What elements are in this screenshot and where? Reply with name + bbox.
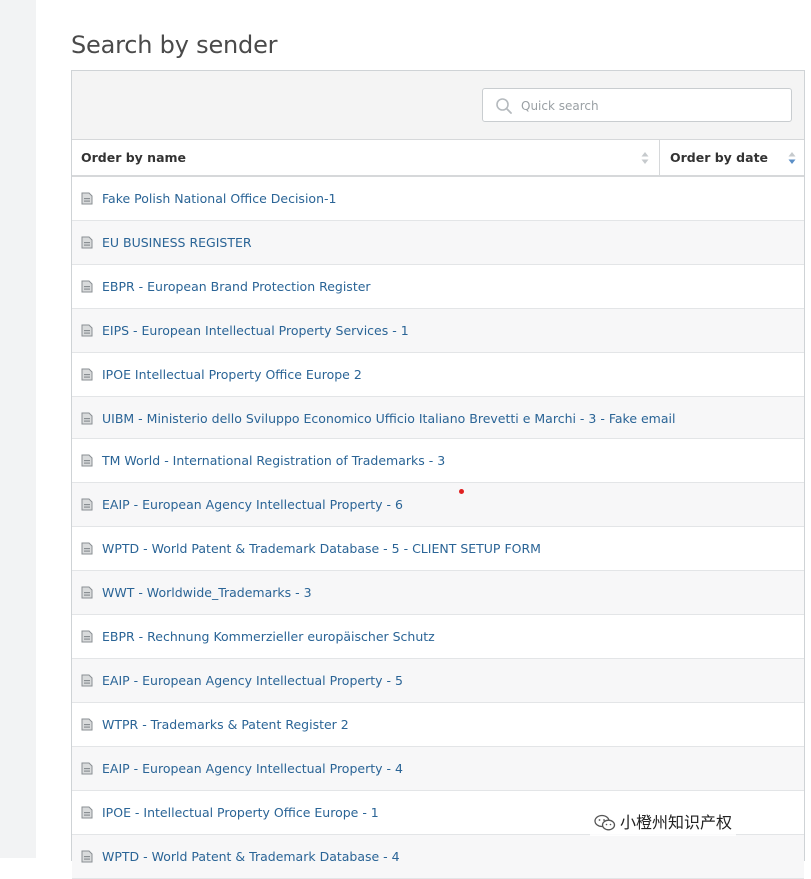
sender-link[interactable]: IPOE Intellectual Property Office Europe… bbox=[102, 367, 362, 382]
document-icon bbox=[81, 454, 93, 467]
page-title: Search by sender bbox=[71, 31, 278, 60]
red-dot-marker bbox=[459, 489, 464, 494]
document-icon bbox=[81, 630, 93, 643]
sender-link[interactable]: EIPS - European Intellectual Property Se… bbox=[102, 323, 409, 338]
sender-link[interactable]: IPOE - Intellectual Property Office Euro… bbox=[102, 805, 379, 820]
panel-toolbar bbox=[72, 71, 804, 140]
list-item[interactable]: EAIP - European Agency Intellectual Prop… bbox=[72, 483, 804, 527]
order-by-name-header[interactable]: Order by name bbox=[72, 140, 660, 175]
document-icon bbox=[81, 674, 93, 687]
list-item[interactable]: Fake Polish National Office Decision-1 bbox=[72, 177, 804, 221]
document-icon bbox=[81, 368, 93, 381]
document-icon bbox=[81, 586, 93, 599]
sender-link[interactable]: EAIP - European Agency Intellectual Prop… bbox=[102, 497, 403, 512]
sender-link[interactable]: EBPR - Rechnung Kommerzieller europäisch… bbox=[102, 629, 435, 644]
sort-both-icon bbox=[641, 152, 649, 164]
sender-list: Fake Polish National Office Decision-1 E… bbox=[72, 177, 804, 879]
document-icon bbox=[81, 762, 93, 775]
wechat-icon bbox=[594, 814, 616, 831]
list-item[interactable]: WPTD - World Patent & Trademark Database… bbox=[72, 835, 804, 879]
watermark-text: 小橙州知识产权 bbox=[620, 813, 733, 832]
document-icon bbox=[81, 542, 93, 555]
sender-link[interactable]: EBPR - European Brand Protection Registe… bbox=[102, 279, 371, 294]
list-item[interactable]: EAIP - European Agency Intellectual Prop… bbox=[72, 659, 804, 703]
sender-link[interactable]: WWT - Worldwide_Trademarks - 3 bbox=[102, 585, 312, 600]
table-header: Order by name Order by date bbox=[72, 140, 804, 177]
list-item[interactable]: TM World - International Registration of… bbox=[72, 439, 804, 483]
document-icon bbox=[81, 324, 93, 337]
list-item[interactable]: WPTD - World Patent & Trademark Database… bbox=[72, 527, 804, 571]
list-item[interactable]: EU BUSINESS REGISTER bbox=[72, 221, 804, 265]
quick-search-box[interactable] bbox=[482, 88, 792, 123]
left-sidebar-strip bbox=[0, 0, 36, 858]
quick-search-input[interactable] bbox=[519, 89, 783, 123]
document-icon bbox=[81, 850, 93, 863]
order-by-name-label: Order by name bbox=[81, 150, 187, 165]
document-icon bbox=[81, 806, 93, 819]
order-by-date-header[interactable]: Order by date bbox=[661, 140, 804, 175]
watermark: 小橙州知识产权 bbox=[590, 810, 737, 836]
list-item[interactable]: EBPR - Rechnung Kommerzieller europäisch… bbox=[72, 615, 804, 659]
sender-link[interactable]: TM World - International Registration of… bbox=[102, 453, 445, 468]
document-icon bbox=[81, 412, 93, 425]
sender-link[interactable]: Fake Polish National Office Decision-1 bbox=[102, 191, 336, 206]
list-item[interactable]: EBPR - European Brand Protection Registe… bbox=[72, 265, 804, 309]
sender-link[interactable]: WTPR - Trademarks & Patent Register 2 bbox=[102, 717, 349, 732]
search-icon bbox=[496, 98, 512, 114]
sender-link[interactable]: EAIP - European Agency Intellectual Prop… bbox=[102, 673, 403, 688]
document-icon bbox=[81, 280, 93, 293]
sender-link[interactable]: EAIP - European Agency Intellectual Prop… bbox=[102, 761, 403, 776]
sender-link[interactable]: EU BUSINESS REGISTER bbox=[102, 235, 252, 250]
document-icon bbox=[81, 192, 93, 205]
list-item[interactable]: IPOE Intellectual Property Office Europe… bbox=[72, 353, 804, 397]
document-icon bbox=[81, 236, 93, 249]
list-item[interactable]: UIBM - Ministerio dello Sviluppo Economi… bbox=[72, 397, 804, 439]
sender-link[interactable]: UIBM - Ministerio dello Sviluppo Economi… bbox=[102, 411, 675, 426]
list-item[interactable]: EAIP - European Agency Intellectual Prop… bbox=[72, 747, 804, 791]
sort-desc-icon bbox=[788, 152, 796, 164]
list-item[interactable]: EIPS - European Intellectual Property Se… bbox=[72, 309, 804, 353]
order-by-date-label: Order by date bbox=[670, 150, 769, 165]
sender-link[interactable]: WPTD - World Patent & Trademark Database… bbox=[102, 849, 400, 864]
document-icon bbox=[81, 718, 93, 731]
list-item[interactable]: WTPR - Trademarks & Patent Register 2 bbox=[72, 703, 804, 747]
sender-list-panel: Order by name Order by date Fake Polish … bbox=[71, 70, 805, 879]
document-icon bbox=[81, 498, 93, 511]
sender-link[interactable]: WPTD - World Patent & Trademark Database… bbox=[102, 541, 541, 556]
list-item[interactable]: WWT - Worldwide_Trademarks - 3 bbox=[72, 571, 804, 615]
